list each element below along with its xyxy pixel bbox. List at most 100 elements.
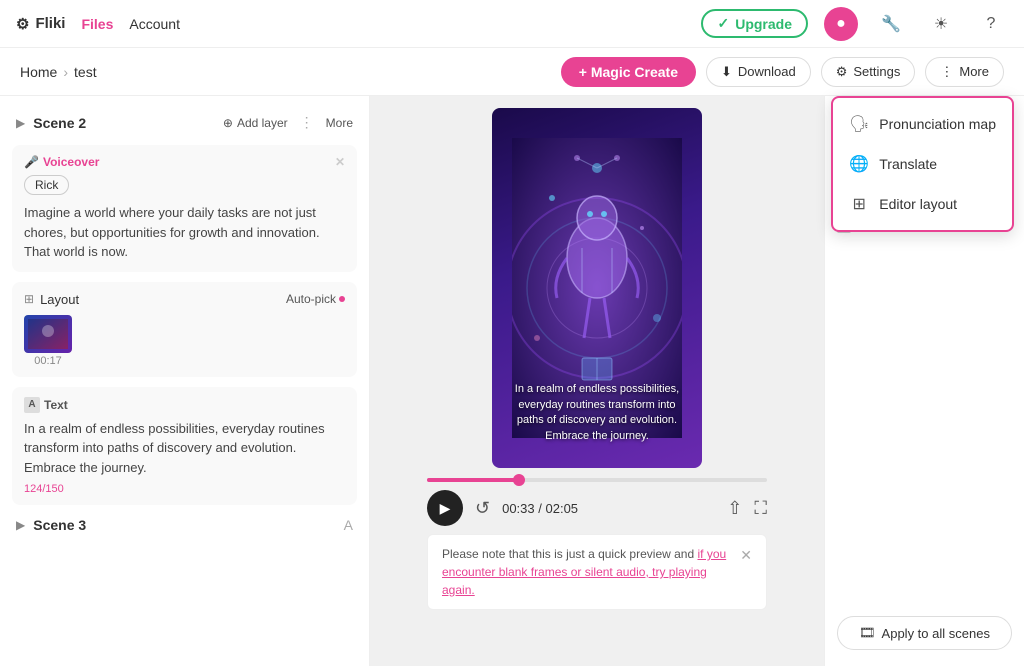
share-button[interactable]: ⇧	[727, 498, 742, 519]
auto-pick-button[interactable]: Auto-pick	[286, 292, 345, 306]
progress-bar[interactable]	[427, 478, 767, 482]
settings-button[interactable]: ⚙ Settings	[821, 57, 916, 87]
toolbar: Home › test + Magic Create ⬇ Download ⚙ …	[0, 48, 1024, 96]
play-icon: ▶	[16, 116, 25, 130]
dropdown-item-editor-layout[interactable]: ⊞ Editor layout	[833, 184, 1012, 224]
current-time: 00:33	[502, 501, 535, 516]
pronunciation-icon: 🗣	[849, 114, 869, 134]
wrench-icon: 🔧	[881, 14, 901, 34]
total-time: 02:05	[546, 501, 579, 516]
mic-icon: 🎤	[24, 155, 39, 169]
editor-layout-icon: ⊞	[849, 194, 869, 214]
download-label: Download	[738, 64, 796, 79]
upgrade-label: Upgrade	[735, 16, 792, 32]
main-layout: ▶ Scene 2 ⊕ Add layer ⋮ More 🎤 Voiceover…	[0, 96, 1024, 666]
text-section: A Text In a realm of endless possibiliti…	[12, 387, 357, 506]
voice-badge[interactable]: Rick	[24, 175, 69, 195]
progress-fill	[427, 478, 519, 482]
char-count: 124/150	[24, 483, 345, 495]
text-label: A Text	[24, 397, 345, 413]
film-icon: 🎞	[859, 625, 876, 641]
plus-icon: ⊕	[223, 116, 233, 130]
notice-close-button[interactable]: ✕	[740, 545, 752, 566]
editor-layout-label: Editor layout	[879, 196, 957, 212]
logo: ⚙ Fliki	[16, 15, 65, 33]
breadcrumb-separator: ›	[63, 64, 68, 80]
logo-text: Fliki	[35, 15, 65, 32]
help-button[interactable]: ?	[974, 7, 1008, 41]
auto-pick-label: Auto-pick	[286, 292, 336, 306]
wrench-button[interactable]: 🔧	[874, 7, 908, 41]
upgrade-button[interactable]: ✓ Upgrade	[701, 9, 808, 38]
layout-header: ⊞ Layout Auto-pick	[24, 292, 345, 307]
scene3-action-icon: A	[344, 517, 353, 533]
text-label-icon: A	[24, 397, 40, 413]
nav-account[interactable]: Account	[129, 16, 180, 32]
scene2-header: ▶ Scene 2 ⊕ Add layer ⋮ More	[12, 108, 357, 137]
notice-text-1: Please note that this is just a quick pr…	[442, 547, 697, 561]
add-layer-label: Add layer	[237, 116, 288, 130]
layout-thumbnail[interactable]	[24, 315, 72, 353]
notice-text: Please note that this is just a quick pr…	[442, 545, 732, 599]
download-icon: ⬇	[721, 64, 732, 80]
translate-icon: 🌐	[849, 154, 869, 174]
record-button[interactable]: ●	[824, 7, 858, 41]
layout-label: Layout	[40, 292, 79, 307]
settings-label: Settings	[853, 64, 900, 79]
center-panel: In a realm of endless possibilities, eve…	[370, 96, 824, 666]
voiceover-text: Imagine a world where your daily tasks a…	[24, 203, 345, 262]
breadcrumb-current: test	[74, 64, 97, 80]
fullscreen-button[interactable]: ⛶	[754, 498, 767, 519]
download-button[interactable]: ⬇ Download	[706, 57, 811, 87]
voiceover-label: 🎤 Voiceover ✕	[24, 155, 345, 169]
apply-all-button[interactable]: 🎞 Apply to all scenes	[837, 616, 1012, 650]
scene2-title: Scene 2	[33, 115, 86, 131]
notice-bar: Please note that this is just a quick pr…	[427, 534, 767, 610]
more-button[interactable]: ⋮ More	[925, 57, 1004, 87]
apply-all-label: Apply to all scenes	[882, 626, 990, 641]
video-player: In a realm of endless possibilities, eve…	[492, 108, 702, 468]
top-nav: ⚙ Fliki Files Account ✓ Upgrade ● 🔧 ☀ ?	[0, 0, 1024, 48]
nav-files[interactable]: Files	[81, 16, 113, 32]
progress-bar-container[interactable]	[427, 478, 767, 482]
text-content: In a realm of endless possibilities, eve…	[24, 419, 345, 478]
translate-label: Translate	[879, 156, 937, 172]
scene3-play-icon: ▶	[16, 518, 25, 532]
delete-voiceover-icon[interactable]: ✕	[335, 155, 345, 169]
more-dropdown-menu: 🗣 Pronunciation map 🌐 Translate ⊞ Editor…	[831, 96, 1014, 232]
replay-icon[interactable]: ↺	[475, 498, 490, 519]
grid-icon: ⊞	[24, 292, 34, 306]
pronunciation-label: Pronunciation map	[879, 116, 996, 132]
layout-section: ⊞ Layout Auto-pick 00:17	[12, 282, 357, 377]
gear-icon: ⚙	[16, 15, 29, 33]
more-dots-icon: ⋮	[940, 64, 953, 80]
dropdown-item-pronunciation[interactable]: 🗣 Pronunciation map	[833, 104, 1012, 144]
video-overlay-text: In a realm of endless possibilities, eve…	[492, 382, 702, 444]
text-label-text: Text	[44, 398, 68, 412]
sun-icon: ☀	[934, 14, 948, 34]
more-label: More	[959, 64, 989, 79]
left-panel: ▶ Scene 2 ⊕ Add layer ⋮ More 🎤 Voiceover…	[0, 96, 370, 666]
play-triangle-icon: ▶	[440, 500, 451, 517]
playback-controls: ▶ ↺ 00:33 / 02:05 ⇧ ⛶	[427, 490, 767, 526]
scene3-header: ▶ Scene 3 A	[12, 509, 357, 541]
check-circle-icon: ✓	[717, 15, 729, 32]
voiceover-label-text: Voiceover	[43, 155, 99, 169]
question-icon: ?	[987, 15, 996, 33]
record-icon: ●	[836, 15, 846, 33]
scene-more-button[interactable]: More	[326, 116, 353, 130]
add-layer-button[interactable]: ⊕ Add layer	[223, 116, 288, 130]
auto-pick-dot	[339, 296, 345, 302]
breadcrumb-home[interactable]: Home	[20, 64, 57, 80]
progress-thumb	[513, 474, 525, 486]
dropdown-item-translate[interactable]: 🌐 Translate	[833, 144, 1012, 184]
time-display: 00:33 / 02:05	[502, 501, 578, 516]
play-button[interactable]: ▶	[427, 490, 463, 526]
theme-button[interactable]: ☀	[924, 7, 958, 41]
breadcrumb: Home › test	[20, 64, 97, 80]
layout-duration: 00:17	[24, 355, 72, 367]
magic-create-button[interactable]: + Magic Create	[561, 57, 696, 87]
time-separator: /	[538, 501, 545, 516]
layout-thumb-preview	[24, 315, 72, 353]
scene3-title: Scene 3	[33, 517, 86, 533]
